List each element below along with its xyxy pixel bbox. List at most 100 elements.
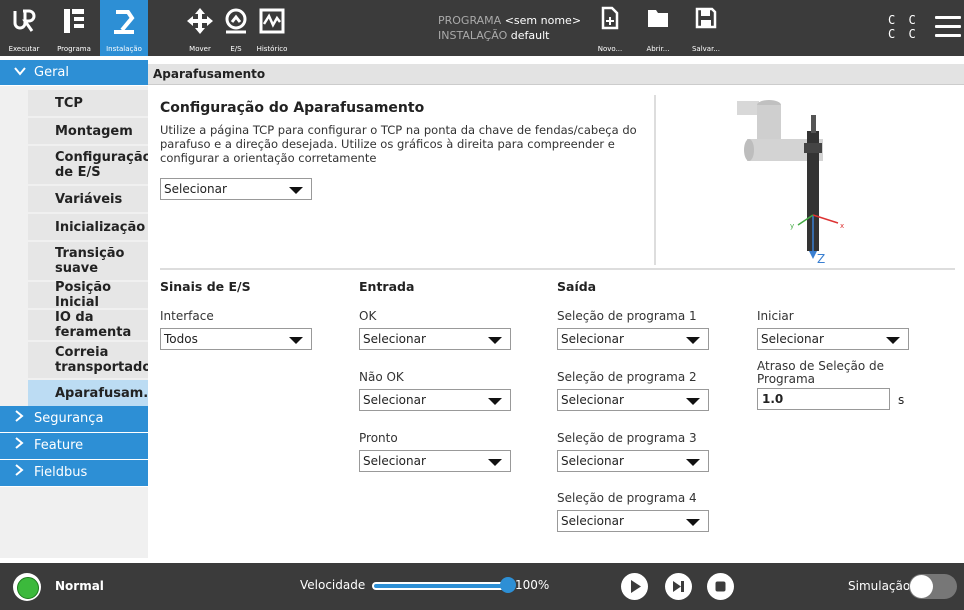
sidebar-item-transicao-suave[interactable]: Transição suave [28,242,148,280]
simulation-label: Simulação [848,579,911,593]
saida-heading: Saída [557,279,597,294]
menu-icon[interactable] [935,16,961,38]
tab-mover[interactable]: Mover [182,0,218,56]
play-button[interactable] [621,573,648,600]
open-button[interactable]: Abrir... [634,0,682,56]
dropdown-arrow-icon [488,337,502,344]
chevron-right-icon [14,460,28,486]
sidebar-item-correia[interactable]: Correia transportadora [28,342,148,378]
program-info: PROGRAMA <sem nome> INSTALAÇÃO default [438,13,581,43]
speed-fill [374,584,502,588]
dropdown-arrow-icon [686,398,700,405]
nao-ok-select[interactable]: Selecionar [359,389,511,411]
play-icon [631,580,641,593]
tab-historico[interactable]: Histórico [254,0,290,56]
dropdown-arrow-icon [886,337,900,344]
status-text: Normal [55,579,104,593]
sidebar-item-io-ferramenta[interactable]: IO da feramenta [28,310,148,340]
axis-z-label: Z [817,252,825,265]
iniciar-label: Iniciar [757,309,794,323]
screwdriver-config-select[interactable]: Selecionar [160,178,312,200]
programa-value: <sem nome> [504,14,582,27]
pronto-select[interactable]: Selecionar [359,450,511,472]
atraso-label: Atraso de Seleção de Programa [757,359,885,386]
program-select-1[interactable]: Selecionar [557,328,709,350]
dropdown-arrow-icon [488,459,502,466]
sidebar-item-configuracao-es[interactable]: Configuração de E/S [28,146,152,184]
bottom-bar: Normal Velocidade 100% Simulação [0,563,964,610]
sidebar-item-tcp[interactable]: TCP [28,90,148,116]
atraso-unit: s [898,393,905,407]
io-icon [225,8,247,34]
history-icon [259,8,285,34]
interface-label: Interface [160,309,214,323]
cc-indicator: C C C C [888,13,919,41]
io-signals-heading: Sinais de E/S [160,279,251,294]
breadcrumb: Aparafusamento [148,64,964,85]
sidebar-item-aparafusamento[interactable]: Aparafusam... [28,380,158,406]
save-icon [695,7,717,29]
sidebar: Geral TCP Montagem Configuração de E/S V… [0,60,158,558]
sidebar-group-fieldbus[interactable]: Fieldbus [0,460,148,487]
main-content: Aparafusamento Configuração do Aparafusa… [148,60,964,558]
save-button[interactable]: Salvar... [682,0,730,56]
program-select-2-label: Seleção de programa 2 [557,370,697,384]
ok-select[interactable]: Selecionar [359,328,511,350]
atraso-input[interactable]: 1.0 [757,388,890,410]
programa-label: PROGRAMA [438,14,502,27]
stop-button[interactable] [707,573,734,600]
screwdriver-diagram: x y Z [737,100,844,265]
sidebar-item-inicializacao[interactable]: Inicialização [28,214,148,240]
program-select-2[interactable]: Selecionar [557,389,709,411]
sidebar-group-feature[interactable]: Feature [0,433,148,460]
program-select-1-label: Seleção de programa 1 [557,309,697,323]
step-button[interactable] [665,573,692,600]
speed-slider[interactable] [372,582,508,590]
ok-label: OK [359,309,377,323]
speed-slider-handle[interactable] [500,577,516,593]
sidebar-item-variaveis[interactable]: Variáveis [28,186,148,212]
tool-flange [757,105,781,139]
status-indicator-icon[interactable] [13,573,41,601]
speed-value: 100% [515,578,550,592]
tab-es[interactable]: E/S [218,0,254,56]
folder-icon [648,10,668,27]
axis-x-label: x [840,222,844,230]
entrada-heading: Entrada [359,279,415,294]
sidebar-group-geral[interactable]: Geral [0,60,148,86]
program-select-4-label: Seleção de programa 4 [557,491,697,505]
chevron-right-icon [14,406,28,432]
sidebar-item-montagem[interactable]: Montagem [28,118,148,144]
ur-logo-icon [13,9,36,32]
new-file-icon [601,6,619,30]
sidebar-group-seguranca[interactable]: Segurança [0,406,148,433]
axis-y-label: y [790,222,794,230]
sidebar-item-posicao-inicial[interactable]: Posição Inicial [28,280,148,310]
dropdown-arrow-icon [686,519,700,526]
dropdown-arrow-icon [488,398,502,405]
program-select-3-label: Seleção de programa 3 [557,431,697,445]
new-button[interactable]: Novo... [586,0,634,56]
tool-block [737,101,759,115]
interface-select[interactable]: Todos [160,328,312,350]
program-icon [64,9,84,33]
page-title: Configuração do Aparafusamento [160,100,425,116]
speed-label: Velocidade [300,578,366,592]
step-icon [673,581,684,592]
program-select-3[interactable]: Selecionar [557,450,709,472]
instalacao-label: INSTALAÇÃO [438,29,508,42]
tab-instalacao[interactable]: Instalação [100,0,148,56]
tab-executar[interactable]: Executar [0,0,48,56]
divider [654,95,656,265]
instalacao-value: default [510,29,550,42]
simulation-toggle[interactable] [909,574,957,599]
program-select-4[interactable]: Selecionar [557,510,709,532]
iniciar-select[interactable]: Selecionar [757,328,909,350]
description-text: Utilize a página TCP para configurar o T… [160,123,637,165]
tab-programa[interactable]: Programa [48,0,100,56]
installation-icon [114,10,135,34]
chevron-down-icon [14,60,28,86]
dropdown-arrow-icon [289,187,303,194]
dropdown-arrow-icon [289,337,303,344]
top-bar: Executar Programa Instalação Mover E/S H… [0,0,964,56]
